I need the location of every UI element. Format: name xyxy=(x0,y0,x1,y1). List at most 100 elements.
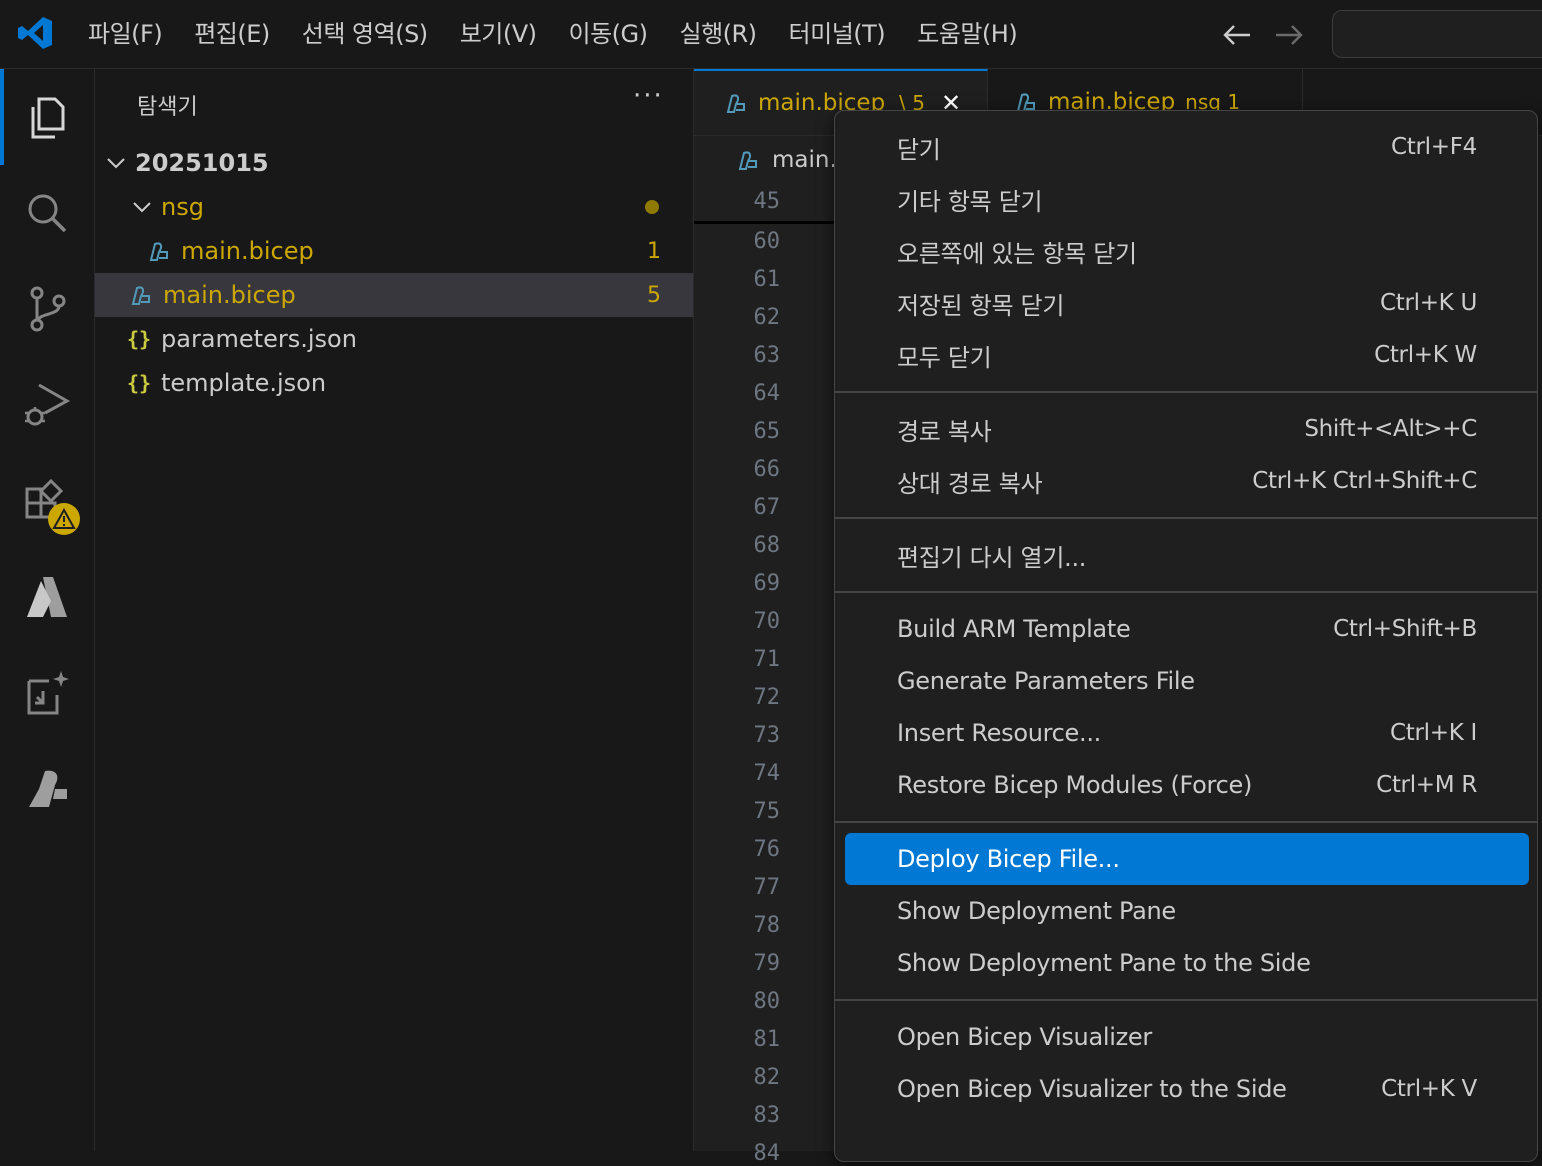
extensions-activity[interactable] xyxy=(0,453,94,549)
menu-item-insert-resource[interactable]: Insert Resource... Ctrl+K I xyxy=(845,707,1529,759)
bicep-file-icon xyxy=(149,242,168,261)
folder-root[interactable]: 20251015 xyxy=(95,141,693,185)
menu-item-open-bicep-visualizer[interactable]: Open Bicep Visualizer xyxy=(845,1011,1529,1063)
vscode-logo-icon xyxy=(18,17,52,49)
line-number: 72 xyxy=(753,685,781,710)
explorer-activity[interactable] xyxy=(0,69,94,165)
menu-item-generate-parameters-file[interactable]: Generate Parameters File xyxy=(845,655,1529,707)
file-nsg-main-bicep[interactable]: main.bicep 1 xyxy=(95,229,693,273)
menu-go[interactable]: 이동(G) xyxy=(553,0,664,68)
line-number: 78 xyxy=(753,913,781,938)
menu-separator xyxy=(835,999,1537,1001)
menu-item-label: Open Bicep Visualizer to the Side xyxy=(897,1075,1287,1103)
line-number: 45 xyxy=(753,189,781,214)
json-file-icon: {} xyxy=(127,327,152,351)
menu-selection[interactable]: 선택 영역(S) xyxy=(286,0,444,68)
arrow-right-icon[interactable] xyxy=(1272,18,1306,52)
copilot-activity[interactable] xyxy=(0,645,94,741)
breadcrumb-file: main. xyxy=(772,147,837,173)
line-number: 75 xyxy=(753,799,781,824)
menu-item-shortcut: Ctrl+K I xyxy=(1390,720,1477,746)
title-bar: 파일(F) 편집(E) 선택 영역(S) 보기(V) 이동(G) 실행(R) 터… xyxy=(0,0,1542,69)
file-label: main.bicep xyxy=(163,281,296,309)
explorer-sidebar: 탐색기 ··· 20251015 nsg main.bicep 1 main.b… xyxy=(95,69,694,1151)
line-number: 60 xyxy=(753,229,781,254)
file-label: parameters.json xyxy=(161,325,357,353)
line-number: 67 xyxy=(753,495,781,520)
line-number: 64 xyxy=(753,381,781,406)
menu-item-label: Open Bicep Visualizer xyxy=(897,1023,1152,1051)
menu-item-shortcut: Ctrl+M R xyxy=(1376,772,1477,798)
bicep-activity[interactable] xyxy=(0,741,94,837)
file-label: main.bicep xyxy=(181,237,314,265)
problem-count: 5 xyxy=(647,282,661,308)
menu-file[interactable]: 파일(F) xyxy=(72,0,178,68)
search-icon xyxy=(28,194,67,233)
menu-item-restore-bicep-modules-force[interactable]: Restore Bicep Modules (Force) Ctrl+M R xyxy=(845,759,1529,811)
menu-item-build-arm-template[interactable]: Build ARM Template Ctrl+Shift+B xyxy=(845,603,1529,655)
menu-item-show-deployment-pane[interactable]: Show Deployment Pane xyxy=(845,885,1529,937)
chevron-down-icon xyxy=(107,158,125,169)
menu-item-g0-2[interactable]: 오른쪽에 있는 항목 닫기 xyxy=(845,225,1529,277)
menu-item-label: Build ARM Template xyxy=(897,615,1131,643)
line-number: 65 xyxy=(753,419,781,444)
line-number: 61 xyxy=(753,267,781,292)
menu-item-shortcut: Ctrl+K U xyxy=(1379,290,1477,316)
menu-bar: 파일(F) 편집(E) 선택 영역(S) 보기(V) 이동(G) 실행(R) 터… xyxy=(72,0,1033,68)
bicep-file-icon xyxy=(738,151,757,170)
menu-item-g0-3[interactable]: 저장된 항목 닫기 Ctrl+K U xyxy=(845,277,1529,329)
line-number: 70 xyxy=(753,609,781,634)
menu-item-label: Insert Resource... xyxy=(897,719,1102,747)
azure-activity[interactable] xyxy=(0,549,94,645)
line-number: 81 xyxy=(753,1027,781,1052)
source-control-activity[interactable] xyxy=(0,261,94,357)
menu-item-label: 저장된 항목 닫기 xyxy=(897,291,1065,320)
folder-root-label: 20251015 xyxy=(135,149,269,177)
menu-item-open-bicep-visualizer-to-the-side[interactable]: Open Bicep Visualizer to the Side Ctrl+K … xyxy=(845,1063,1529,1115)
menu-item-label: 오른쪽에 있는 항목 닫기 xyxy=(897,239,1137,268)
azure-icon xyxy=(27,577,67,617)
file-main-bicep[interactable]: main.bicep 5 xyxy=(95,273,693,317)
folder-nsg-label: nsg xyxy=(161,193,204,221)
menu-item-label: Show Deployment Pane xyxy=(897,897,1176,925)
line-number: 66 xyxy=(753,457,781,482)
command-center-search[interactable] xyxy=(1332,10,1542,58)
file-parameters-json[interactable]: {} parameters.json xyxy=(95,317,693,361)
menu-item-label: Show Deployment Pane to the Side xyxy=(897,949,1311,977)
arrow-left-icon[interactable] xyxy=(1220,18,1254,52)
menu-item-deploy-bicep-file[interactable]: Deploy Bicep File... xyxy=(845,833,1529,885)
line-number: 76 xyxy=(753,837,781,862)
folder-nsg[interactable]: nsg xyxy=(95,185,693,229)
line-number: 74 xyxy=(753,761,781,786)
menu-item-shortcut: Ctrl+K Ctrl+Shift+C xyxy=(1252,468,1477,494)
bicep-file-icon xyxy=(726,94,745,113)
menu-terminal[interactable]: 터미널(T) xyxy=(773,0,902,68)
menu-item-g1-1[interactable]: 상대 경로 복사 Ctrl+K Ctrl+Shift+C xyxy=(845,455,1529,507)
menu-separator xyxy=(835,821,1537,823)
menu-item-g0-1[interactable]: 기타 항목 닫기 xyxy=(845,173,1529,225)
menu-view[interactable]: 보기(V) xyxy=(444,0,553,68)
menu-item-show-deployment-pane-to-the-side[interactable]: Show Deployment Pane to the Side xyxy=(845,937,1529,989)
menu-run[interactable]: 실행(R) xyxy=(663,0,772,68)
file-template-json[interactable]: {} template.json xyxy=(95,361,693,405)
bicep-icon xyxy=(29,770,67,807)
menu-item-label: 상대 경로 복사 xyxy=(897,469,1043,498)
chevron-down-icon xyxy=(133,202,151,213)
line-number: 77 xyxy=(753,875,781,900)
line-number: 84 xyxy=(753,1141,781,1166)
menu-item-g1-0[interactable]: 경로 복사 Shift+<Alt>+C xyxy=(845,403,1529,455)
menu-edit[interactable]: 편집(E) xyxy=(178,0,286,68)
modified-dot xyxy=(645,200,659,214)
line-number: 79 xyxy=(753,951,781,976)
run-debug-icon xyxy=(25,383,71,426)
menu-help[interactable]: 도움말(H) xyxy=(901,0,1033,68)
line-number: 63 xyxy=(753,343,781,368)
menu-separator xyxy=(835,517,1537,519)
menu-item-g0-0[interactable]: 닫기 Ctrl+F4 xyxy=(845,121,1529,173)
menu-item-g2-0[interactable]: 편집기 다시 열기... xyxy=(845,529,1529,581)
run-debug-activity[interactable] xyxy=(0,357,94,453)
menu-item-g0-4[interactable]: 모두 닫기 Ctrl+K W xyxy=(845,329,1529,381)
more-actions-icon[interactable]: ··· xyxy=(633,81,664,111)
breadcrumb[interactable]: main. xyxy=(734,147,837,173)
search-activity[interactable] xyxy=(0,165,94,261)
